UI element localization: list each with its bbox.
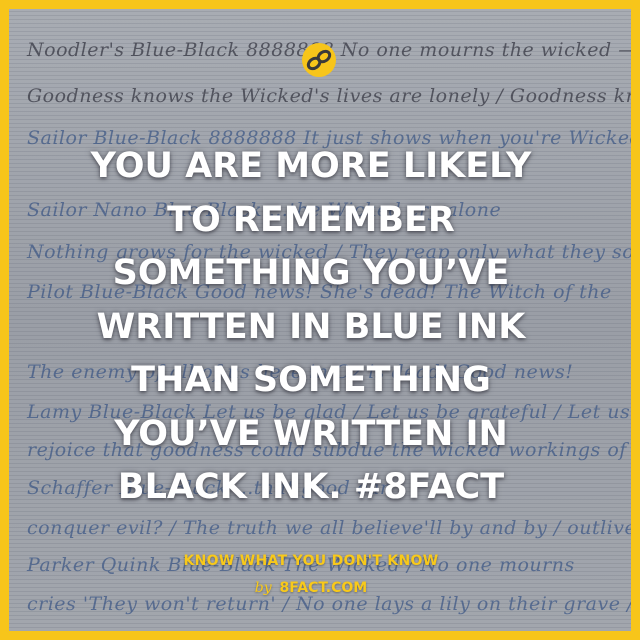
headline-line: TO REMEMBER <box>167 199 455 240</box>
headline-line: SOMETHING YOU’VE <box>112 253 510 293</box>
headline-line: YOU’VE WRITTEN IN <box>114 413 508 454</box>
site-credit: by 8FACT.COM <box>100 580 522 596</box>
fact-headline: YOU ARE MORE LIKELY TO REMEMBER SOMETHIN… <box>40 140 582 515</box>
handwriting-line: conquer evil? / The truth we all believe… <box>27 517 640 539</box>
headline-line: WRITTEN IN BLUE INK <box>96 306 526 347</box>
handwriting-line: cries 'They won't return' / No one lays … <box>27 593 640 615</box>
headline-line: BLACK INK. #8FACT <box>117 467 505 507</box>
handwriting-line: Goodness knows the Wicked's lives are lo… <box>27 85 639 107</box>
byline-prefix: by <box>254 580 272 596</box>
tagline: KNOW WHAT YOU DON'T KNOW <box>183 553 439 569</box>
headline-line: YOU ARE MORE LIKELY <box>90 146 532 186</box>
infinity-8-logo-icon <box>302 43 336 77</box>
headline-line: THAN SOMETHING <box>131 360 491 400</box>
site-link[interactable]: 8FACT.COM <box>280 580 368 596</box>
